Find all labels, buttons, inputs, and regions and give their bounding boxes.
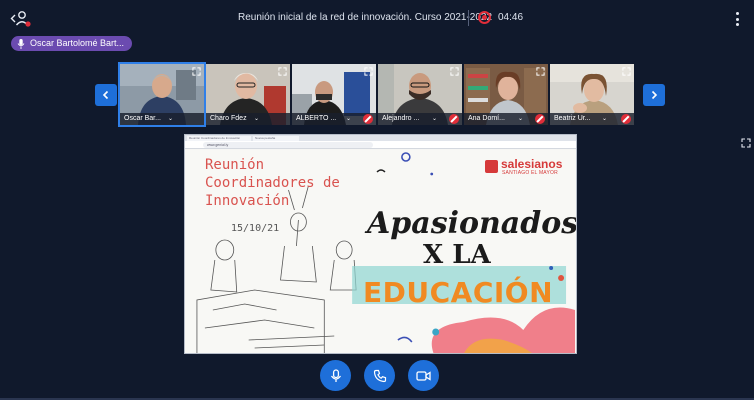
chevron-down-icon[interactable]: ⌄: [518, 115, 523, 122]
chevron-down-icon[interactable]: ⌄: [254, 115, 259, 122]
slide-tagline: EDUCACIÓN: [363, 276, 554, 309]
slide-tagline: X LA: [423, 240, 491, 270]
browser-toolbar: www.genial.ly: [185, 141, 576, 149]
recording-icon: [478, 11, 491, 24]
chevron-down-icon[interactable]: ⌄: [168, 115, 173, 122]
chevron-down-icon[interactable]: ⌄: [346, 115, 351, 122]
camera-icon: [416, 370, 431, 381]
expand-icon[interactable]: [622, 67, 631, 76]
carousel-prev-button[interactable]: [95, 84, 117, 106]
camera-button[interactable]: [408, 360, 439, 391]
slide-tagline: Apasionados: [367, 206, 577, 241]
expand-icon[interactable]: [450, 67, 459, 76]
participant-name: Charo Fdez: [206, 113, 290, 125]
slide-heading: Reunión Coordinadores de Innovación: [205, 157, 340, 209]
slide-date: 15/10/21: [231, 223, 280, 234]
microphone-icon: [17, 39, 25, 49]
muted-mic-icon: [449, 114, 459, 124]
more-options-button[interactable]: [733, 10, 741, 28]
shared-screen: Reunión Coordinadores de Innovación Nuev…: [184, 134, 577, 354]
meeting-timer: 04:46: [498, 12, 524, 23]
expand-icon[interactable]: [192, 67, 201, 76]
participants-back-icon[interactable]: [10, 9, 32, 29]
muted-mic-icon: [621, 114, 631, 124]
muted-mic-icon: [363, 114, 373, 124]
brand-subtitle: SANTIAGO EL MAYOR: [502, 170, 558, 176]
participant-name: Oscar Bar...: [120, 113, 204, 125]
call-controls: [0, 360, 754, 394]
chevron-left-icon: [102, 90, 109, 100]
muted-mic-icon: [535, 114, 545, 124]
active-speaker-name: Oscar Bartolomé Bart...: [30, 38, 125, 48]
microphone-icon: [330, 368, 341, 382]
carousel-next-button[interactable]: [643, 84, 665, 106]
address-bar[interactable]: www.genial.ly: [203, 142, 373, 148]
participant-tile[interactable]: Oscar Bar... ⌄: [118, 62, 206, 127]
expand-icon[interactable]: [278, 67, 287, 76]
expand-icon[interactable]: [364, 67, 373, 76]
participant-tile[interactable]: Beatriz Ur... ⌄: [550, 64, 634, 125]
chevron-down-icon[interactable]: ⌄: [432, 115, 437, 122]
participant-tile[interactable]: Alejandro ... ⌄: [378, 64, 462, 125]
presentation-slide: Reunión Coordinadores de Innovación 15/1…: [185, 150, 577, 353]
chevron-right-icon: [651, 90, 658, 100]
brand-logo: salesianos SANTIAGO EL MAYOR: [485, 156, 569, 178]
phone-icon: [373, 369, 386, 382]
meeting-title: Reunión inicial de la red de innovación.…: [238, 12, 493, 23]
brand-name: salesianos: [501, 157, 563, 171]
expand-icon[interactable]: [536, 67, 545, 76]
participant-tile[interactable]: Ana Domí... ⌄: [464, 64, 548, 125]
participant-tile[interactable]: Charo Fdez ⌄: [206, 64, 290, 125]
active-speaker-badge: Oscar Bartolomé Bart...: [11, 36, 133, 51]
top-bar: Reunión inicial de la red de innovación.…: [0, 0, 754, 36]
call-button[interactable]: [364, 360, 395, 391]
expand-shared-screen-icon[interactable]: [741, 138, 751, 148]
chevron-down-icon[interactable]: ⌄: [602, 115, 607, 122]
participant-tile[interactable]: ALBERTO ... ⌄: [292, 64, 376, 125]
salesianos-logo-icon: [485, 160, 498, 173]
microphone-button[interactable]: [320, 360, 351, 391]
divider: [468, 10, 469, 26]
